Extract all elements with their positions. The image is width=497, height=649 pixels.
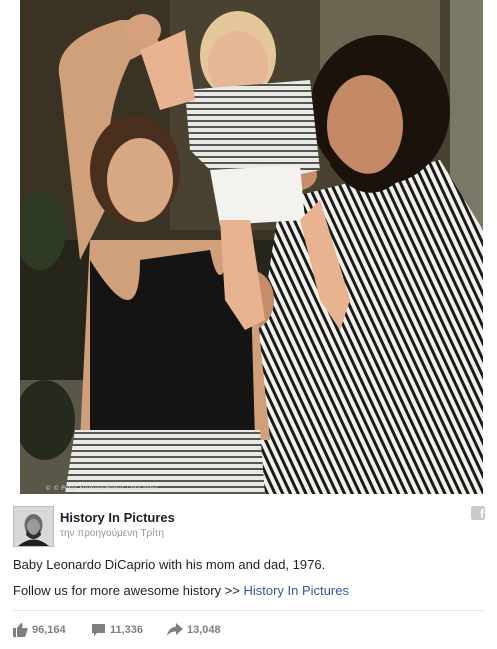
post-photo[interactable]: © © Peter Fleming/Rebus Ltd/Corbis [20, 0, 483, 494]
share-count-button[interactable]: 13,048 [167, 623, 221, 637]
page-name-link[interactable]: History In Pictures [60, 510, 175, 525]
photo-credit: © © Peter Fleming/Rebus Ltd/Corbis [45, 485, 159, 492]
comment-icon [92, 624, 105, 636]
divider [13, 610, 485, 611]
avatar-portrait-icon [14, 507, 53, 546]
like-count-button[interactable]: 96,164 [13, 623, 66, 637]
post-follow-line: Follow us for more awesome history >> Hi… [13, 583, 349, 598]
photo-illustration [20, 0, 483, 494]
post-caption: Baby Leonardo DiCaprio with his mom and … [13, 557, 326, 572]
embedded-post: © © Peter Fleming/Rebus Ltd/Corbis Histo… [0, 0, 497, 649]
post-header: History In Pictures την προηγούμενη Τρίτ… [13, 506, 485, 547]
comment-count: 11,336 [110, 624, 144, 636]
page-avatar[interactable] [13, 506, 54, 547]
follow-page-link[interactable]: History In Pictures [243, 583, 348, 598]
share-arrow-icon [167, 623, 183, 636]
like-count: 96,164 [32, 624, 66, 636]
follow-prefix: Follow us for more awesome history >> [13, 583, 244, 598]
post-timestamp[interactable]: την προηγούμενη Τρίτη [60, 528, 164, 539]
share-count: 13,048 [187, 624, 221, 636]
thumbs-up-icon [13, 623, 28, 637]
comment-count-button[interactable]: 11,336 [91, 623, 143, 637]
post-photo-container: © © Peter Fleming/Rebus Ltd/Corbis [0, 0, 497, 494]
facebook-icon[interactable]: f [471, 506, 485, 521]
